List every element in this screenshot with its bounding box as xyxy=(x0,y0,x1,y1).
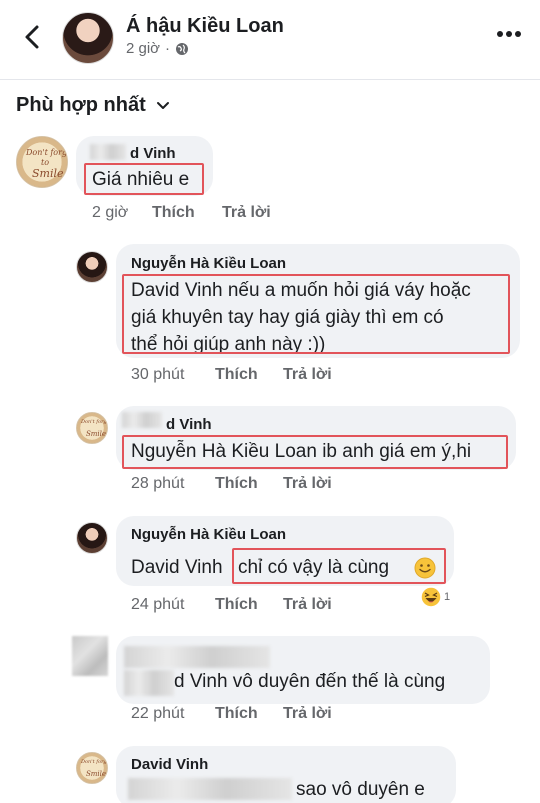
commenter-avatar[interactable]: Don't forget Smile xyxy=(76,752,108,784)
commenter-avatar[interactable] xyxy=(76,522,108,554)
avatar-text: Don't forget xyxy=(26,148,68,157)
highlight-box xyxy=(122,274,510,354)
blurred-name xyxy=(124,646,270,668)
chevron-down-icon xyxy=(156,101,169,109)
meta-separator: · xyxy=(165,40,171,57)
blurred-name xyxy=(122,412,162,428)
blurred-name xyxy=(90,144,126,160)
sort-label: Phù hợp nhất xyxy=(16,94,146,116)
blurred-text xyxy=(128,778,292,800)
globe-icon xyxy=(176,42,189,55)
comment-sort-selector[interactable]: Phù hợp nhất xyxy=(16,94,170,117)
avatar-text: Don't forget xyxy=(81,419,107,425)
commenter-name[interactable]: Nguyễn Hà Kiều Loan xyxy=(131,255,286,272)
avatar-text: to xyxy=(41,158,50,167)
comment-time[interactable]: 30 phút xyxy=(131,366,215,384)
post-meta: 2 giờ · xyxy=(126,40,189,57)
avatar-text: Smile xyxy=(86,430,107,438)
commenter-avatar[interactable]: Don't forget to Smile xyxy=(16,136,68,188)
avatar-text: Don't forget xyxy=(81,759,107,765)
comment-actions: 2 giờ Thích Trả lời xyxy=(92,204,271,222)
more-horizontal-icon[interactable] xyxy=(496,30,522,38)
post-time[interactable]: 2 giờ xyxy=(126,40,160,57)
back-arrow-icon[interactable] xyxy=(18,22,48,52)
commenter-name[interactable]: d Vinh xyxy=(130,145,176,162)
comment-time[interactable]: 28 phút xyxy=(131,475,215,493)
like-button[interactable]: Thích xyxy=(152,204,222,222)
reply-button[interactable]: Trả lời xyxy=(283,705,332,723)
like-button[interactable]: Thích xyxy=(215,596,283,614)
comment-text: David Vinh xyxy=(131,557,223,578)
highlight-box xyxy=(84,163,204,195)
comment-actions: 22 phút Thích Trả lời xyxy=(131,705,332,723)
comment-actions: 30 phút Thích Trả lời xyxy=(131,366,332,384)
reply-button[interactable]: Trả lời xyxy=(283,596,332,614)
like-button[interactable]: Thích xyxy=(215,475,283,493)
reply-button[interactable]: Trả lời xyxy=(283,475,332,493)
like-button[interactable]: Thích xyxy=(215,366,283,384)
highlight-box xyxy=(232,548,446,584)
post-header: Á hậu Kiều Loan 2 giờ · xyxy=(0,0,540,80)
haha-emoji-icon xyxy=(420,586,442,608)
commenter-name[interactable]: d Vinh xyxy=(166,416,212,433)
highlight-box xyxy=(122,435,508,469)
comment-time[interactable]: 2 giờ xyxy=(92,204,152,222)
comment-time[interactable]: 24 phút xyxy=(131,596,215,614)
comment-time[interactable]: 22 phút xyxy=(131,705,215,723)
reply-button[interactable]: Trả lời xyxy=(283,366,332,384)
avatar-text: Smile xyxy=(32,167,64,180)
reaction-count: 1 xyxy=(444,591,451,603)
reaction-summary[interactable]: 1 xyxy=(420,586,450,608)
commenter-avatar[interactable]: Don't forget Smile xyxy=(76,412,108,444)
commenter-name[interactable]: Nguyễn Hà Kiều Loan xyxy=(131,526,286,543)
commenter-avatar-blurred[interactable] xyxy=(72,636,108,676)
avatar-text: Smile xyxy=(86,770,107,778)
comment-actions: 28 phút Thích Trả lời xyxy=(131,475,332,493)
comment-text: d Vinh vô duyên đến thế là cùng xyxy=(174,671,446,692)
like-button[interactable]: Thích xyxy=(215,705,283,723)
comment-text: sao vô duyên e xyxy=(296,779,425,800)
comment-actions: 24 phút Thích Trả lời xyxy=(131,596,332,614)
commenter-avatar[interactable] xyxy=(76,251,108,283)
page-title[interactable]: Á hậu Kiều Loan xyxy=(126,15,284,38)
reply-button[interactable]: Trả lời xyxy=(222,204,271,222)
page-avatar[interactable] xyxy=(62,12,114,64)
commenter-name[interactable]: David Vinh xyxy=(131,756,208,773)
blurred-text xyxy=(124,670,174,696)
